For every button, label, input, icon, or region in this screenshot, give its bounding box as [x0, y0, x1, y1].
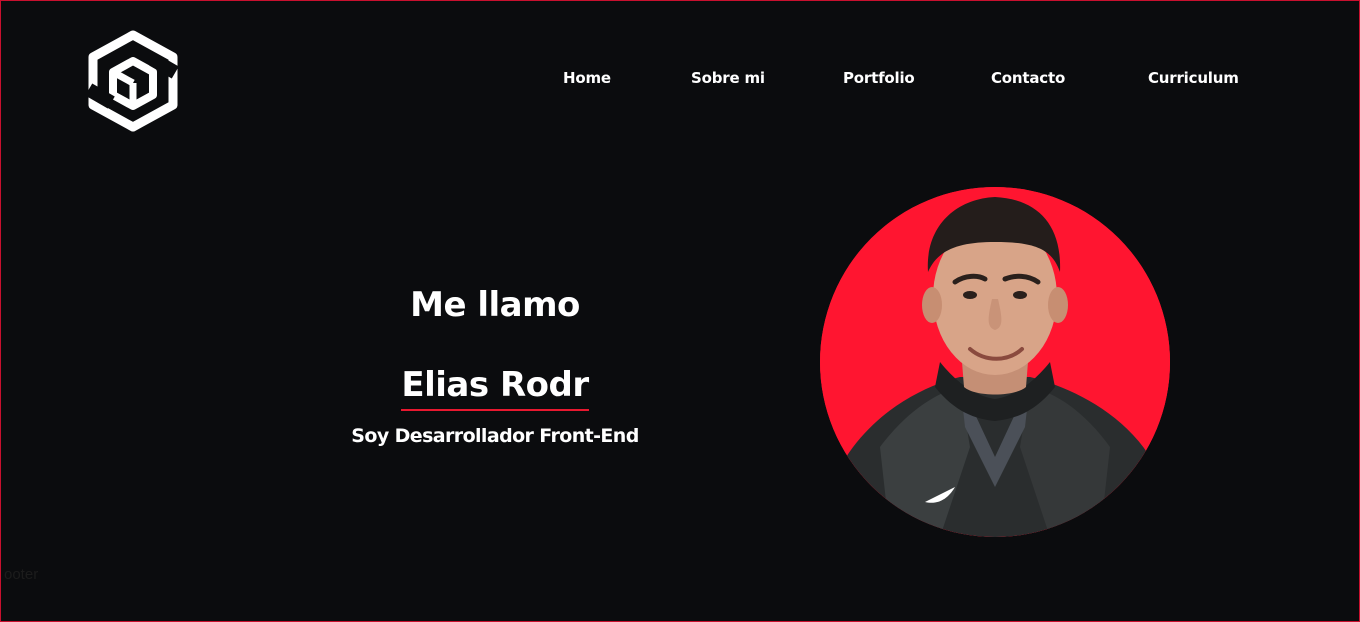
hero-greeting: Me llamo	[410, 285, 580, 325]
nav-link-home[interactable]: Home	[563, 69, 611, 87]
footer-text: ooter	[4, 566, 39, 583]
nav-link-contacto[interactable]: Contacto	[991, 69, 1065, 87]
hero-name: Elias Rodr	[401, 365, 589, 405]
hero-name-underline: Elias Rodr	[401, 365, 589, 411]
hero-role: Soy Desarrollador Front-End	[351, 425, 639, 447]
hero-intro: Me llamo Elias Rodr Soy Desarrollador Fr…	[295, 283, 695, 449]
nav-link-portfolio[interactable]: Portfolio	[843, 69, 915, 87]
nav-link-sobre-mi[interactable]: Sobre mi	[691, 69, 765, 87]
hexagon-cube-logo-icon[interactable]	[85, 29, 181, 133]
profile-photo	[820, 187, 1170, 537]
nav-link-curriculum[interactable]: Curriculum	[1148, 69, 1239, 87]
page-frame: Home Sobre mi Portfolio Contacto Curricu…	[0, 0, 1360, 622]
